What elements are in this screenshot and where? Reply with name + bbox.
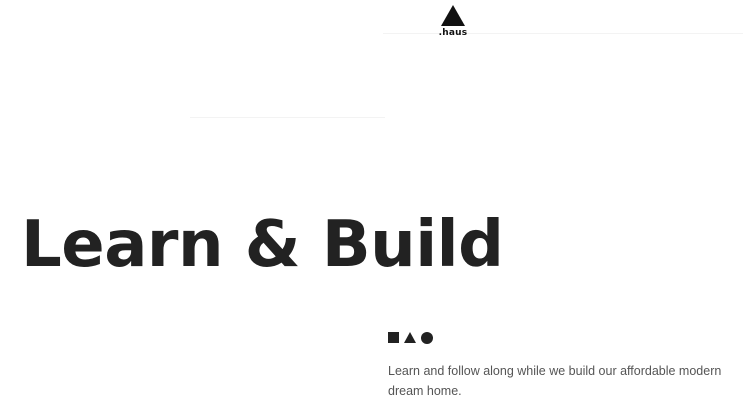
page: .haus Learn & Build Learn and follow alo… <box>0 0 750 410</box>
brand-logo[interactable]: .haus <box>437 5 469 41</box>
shape-icons <box>388 331 433 344</box>
hero-title: Learn & Build <box>21 208 504 282</box>
hero-description: Learn and follow along while we build ou… <box>388 364 722 398</box>
square-icon <box>388 332 399 343</box>
triangle-icon <box>404 332 416 343</box>
triangle-logo-icon <box>441 5 465 26</box>
divider <box>190 117 385 118</box>
circle-icon <box>421 331 433 344</box>
brand-name: .haus <box>438 28 468 38</box>
